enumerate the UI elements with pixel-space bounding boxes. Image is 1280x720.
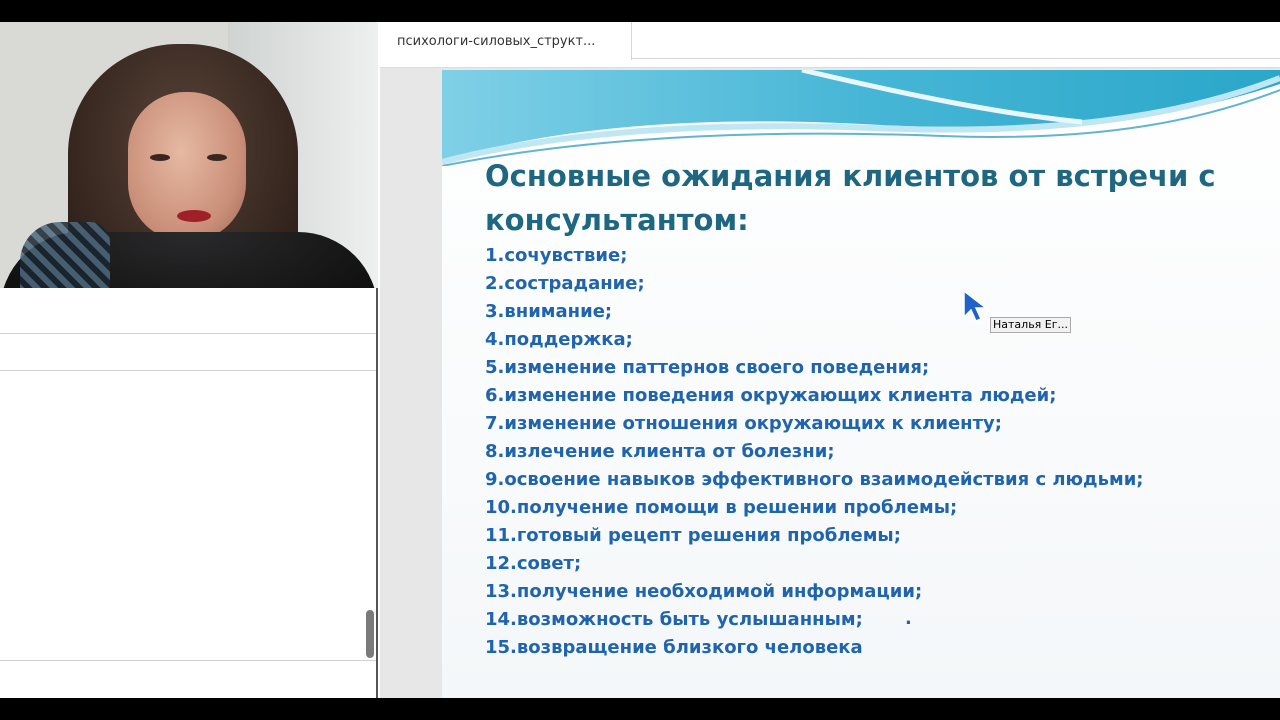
list-item: 7.изменение отношения окружающих к клиен… [485, 413, 1002, 434]
list-item: 1.сочувствие; [485, 245, 628, 266]
list-item: 11.готовый рецепт решения проблемы; [485, 525, 901, 546]
left-panel [0, 22, 378, 698]
panel-divider [0, 370, 376, 371]
stray-mark: . [905, 608, 912, 629]
list-item: 6.изменение поведения окружающих клиента… [485, 385, 1057, 406]
pointer-arrow-icon [963, 289, 988, 322]
slide-title: Основные ожидания клиентов от встречи с … [485, 159, 1216, 237]
expectations-list: 1.сочувствие; 2.сострадание; 3.внимание;… [485, 242, 1144, 662]
panel-divider [0, 333, 376, 334]
list-item: 5.изменение паттернов своего поведения; [485, 357, 930, 378]
list-item: 10.получение помощи в решении проблемы; [485, 497, 958, 518]
scrollbar-thumb[interactable] [366, 610, 374, 658]
document-tab[interactable]: психологи-силовых_структ... [380, 22, 632, 60]
tabbar-empty [632, 22, 1280, 59]
slide-header-wave [442, 70, 1280, 166]
slide: Основные ожидания клиентов от встречи с … [442, 70, 1280, 698]
pointer-user-label: Наталья Ег... [990, 317, 1072, 333]
panel-divider [0, 660, 376, 661]
list-item: 13.получение необходимой информации; [485, 581, 923, 602]
document-tabbar: психологи-силовых_структ... [380, 22, 1280, 68]
list-item: 14.возможность быть услышанным; [485, 609, 863, 630]
list-item: 15.возвращение близкого человека [485, 637, 863, 658]
webcam-video [0, 22, 378, 288]
list-item: 2.сострадание; [485, 273, 645, 294]
presenter-lips [177, 210, 211, 222]
list-item: 12.совет; [485, 553, 582, 574]
presenter-eye [207, 154, 227, 161]
presenter-eye [150, 154, 170, 161]
presentation-area: психологи-силовых_структ... Основные ожи… [380, 22, 1280, 698]
presenter-scarf [20, 222, 110, 288]
list-item: 9.освоение навыков эффективного взаимоде… [485, 469, 1144, 490]
app-frame: психологи-силовых_структ... Основные ожи… [0, 22, 1280, 698]
list-item: 8.излечение клиента от болезни; [485, 441, 835, 462]
